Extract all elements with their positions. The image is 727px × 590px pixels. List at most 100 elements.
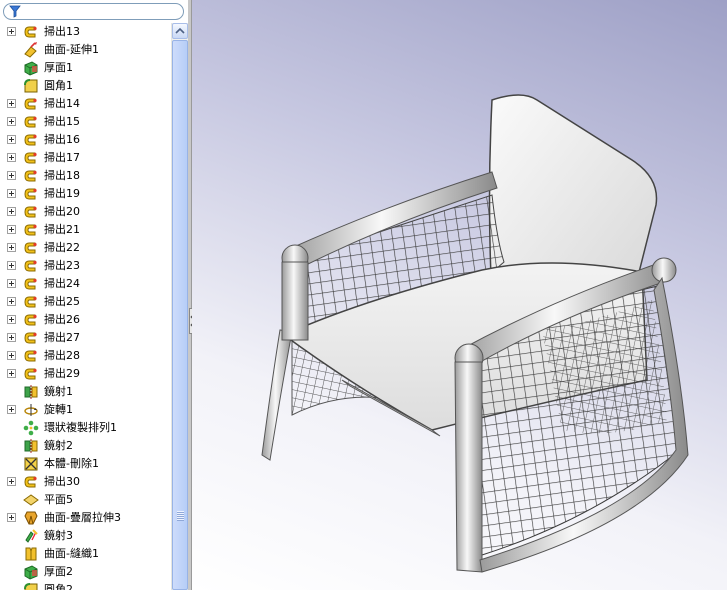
sweep-icon — [24, 242, 37, 254]
filter-icon[interactable] — [9, 5, 21, 18]
expand-toggle-icon[interactable] — [7, 351, 16, 360]
tree-item[interactable]: 掃出22 — [0, 239, 171, 257]
tree-item[interactable]: 掃出21 — [0, 221, 171, 239]
tree-item[interactable]: 平面5 — [0, 491, 171, 509]
expand-toggle-icon[interactable] — [7, 117, 16, 126]
expand-toggle-icon[interactable] — [7, 315, 16, 324]
tree-item[interactable]: 掃出25 — [0, 293, 171, 311]
sweep-icon — [24, 116, 37, 128]
sweep-icon — [24, 98, 37, 110]
tree-item-label: 曲面-疊層拉伸3 — [44, 511, 121, 524]
tree-scrollbar[interactable] — [171, 23, 188, 590]
tree-item-label: 掃出30 — [44, 475, 80, 488]
tree-item[interactable]: 掃出27 — [0, 329, 171, 347]
expand-toggle-icon[interactable] — [7, 171, 16, 180]
scroll-up-button[interactable] — [172, 23, 188, 39]
surface-knit-icon — [25, 547, 37, 561]
expand-toggle-icon[interactable] — [7, 261, 16, 270]
tree-item-label: 鏡射1 — [44, 385, 73, 398]
tree-item[interactable]: 曲面-疊層拉伸3 — [0, 509, 171, 527]
tree-item[interactable]: 掃出24 — [0, 275, 171, 293]
tree-item[interactable]: 掃出19 — [0, 185, 171, 203]
tree-item-label: 曲面-延伸1 — [44, 43, 99, 56]
mirror-body-icon — [25, 529, 38, 543]
tree-item-label: 掃出20 — [44, 205, 80, 218]
tree-item[interactable]: 曲面-延伸1 — [0, 41, 171, 59]
expand-toggle-icon[interactable] — [7, 333, 16, 342]
tree-item[interactable]: 掃出14 — [0, 95, 171, 113]
tree-item-label: 鏡射3 — [44, 529, 73, 542]
feature-filter-bar[interactable] — [3, 3, 184, 20]
tree-item[interactable]: 曲面-縫織1 — [0, 545, 171, 563]
tree-item[interactable]: 掃出16 — [0, 131, 171, 149]
fillet-icon — [24, 79, 38, 93]
sweep-icon — [24, 332, 37, 344]
tree-item-label: 掃出27 — [44, 331, 80, 344]
tree-item-label: 圓角2 — [44, 583, 73, 590]
tree-item[interactable]: 本體-刪除1 — [0, 455, 171, 473]
tree-item[interactable]: 掃出23 — [0, 257, 171, 275]
tree-item-label: 掃出17 — [44, 151, 80, 164]
expand-toggle-icon[interactable] — [7, 477, 16, 486]
tree-item[interactable]: 掃出15 — [0, 113, 171, 131]
expand-toggle-icon[interactable] — [7, 189, 16, 198]
tree-item-label: 掃出24 — [44, 277, 80, 290]
tree-item[interactable]: 掃出29 — [0, 365, 171, 383]
tree-item-label: 掃出15 — [44, 115, 80, 128]
sweep-icon — [24, 224, 37, 236]
sweep-icon — [24, 296, 37, 308]
left-rear-leg — [261, 329, 293, 461]
circular-pattern-icon — [23, 420, 39, 436]
graphics-viewport[interactable] — [192, 0, 727, 590]
expand-toggle-icon[interactable] — [7, 243, 16, 252]
expand-toggle-icon[interactable] — [7, 225, 16, 234]
expand-toggle-icon[interactable] — [7, 153, 16, 162]
sweep-icon — [24, 152, 37, 164]
tree-item[interactable]: 旋轉1 — [0, 401, 171, 419]
tree-item[interactable]: 厚面2 — [0, 563, 171, 581]
tree-item[interactable]: 鏡射2 — [0, 437, 171, 455]
sweep-icon — [24, 350, 37, 362]
tree-item[interactable]: 厚面1 — [0, 59, 171, 77]
sweep-icon — [24, 278, 37, 290]
tree-item[interactable]: 圓角1 — [0, 77, 171, 95]
tree-item-label: 掃出13 — [44, 25, 80, 38]
expand-toggle-icon[interactable] — [7, 279, 16, 288]
tree-item[interactable]: 鏡射1 — [0, 383, 171, 401]
tree-item-label: 曲面-縫織1 — [44, 547, 99, 560]
tree-item-label: 掃出16 — [44, 133, 80, 146]
sweep-icon — [24, 368, 37, 380]
tree-item[interactable]: 掃出26 — [0, 311, 171, 329]
tree-item[interactable]: 掃出13 — [0, 23, 171, 41]
expand-toggle-icon[interactable] — [7, 369, 16, 378]
tree-item-label: 掃出25 — [44, 295, 80, 308]
tree-item[interactable]: 掃出20 — [0, 203, 171, 221]
scroll-thumb[interactable] — [172, 40, 188, 590]
tree-item[interactable]: 掃出18 — [0, 167, 171, 185]
mirror-icon — [24, 385, 38, 399]
fillet-icon — [24, 583, 38, 590]
tree-item[interactable]: 鏡射3 — [0, 527, 171, 545]
tree-item[interactable]: 環狀複製排列1 — [0, 419, 171, 437]
surface-extend-icon — [24, 42, 37, 58]
expand-toggle-icon[interactable] — [7, 207, 16, 216]
tree-item[interactable]: 掃出28 — [0, 347, 171, 365]
tree-item[interactable]: 掃出30 — [0, 473, 171, 491]
plane-icon — [23, 494, 39, 506]
expand-toggle-icon[interactable] — [7, 513, 16, 522]
expand-toggle-icon[interactable] — [7, 27, 16, 36]
tree-item[interactable]: 掃出17 — [0, 149, 171, 167]
expand-toggle-icon[interactable] — [7, 99, 16, 108]
thicken-icon — [24, 565, 38, 580]
tree-item-label: 本體-刪除1 — [44, 457, 99, 470]
delete-body-icon — [24, 457, 38, 471]
expand-toggle-icon[interactable] — [7, 405, 16, 414]
expand-toggle-icon[interactable] — [7, 297, 16, 306]
tree-item-label: 環狀複製排列1 — [44, 421, 117, 434]
tree-item[interactable]: 圓角2 — [0, 581, 171, 590]
expand-toggle-icon[interactable] — [7, 135, 16, 144]
feature-tree-panel: 掃出13 曲面-延伸1 厚面1 圓角1 掃出14 掃出15 掃出16 掃出17 掃出18 掃出19… — [0, 0, 188, 590]
chair-3d-model[interactable] — [192, 0, 727, 590]
tree-item-label: 厚面2 — [44, 565, 73, 578]
surface-loft-icon — [24, 511, 38, 525]
